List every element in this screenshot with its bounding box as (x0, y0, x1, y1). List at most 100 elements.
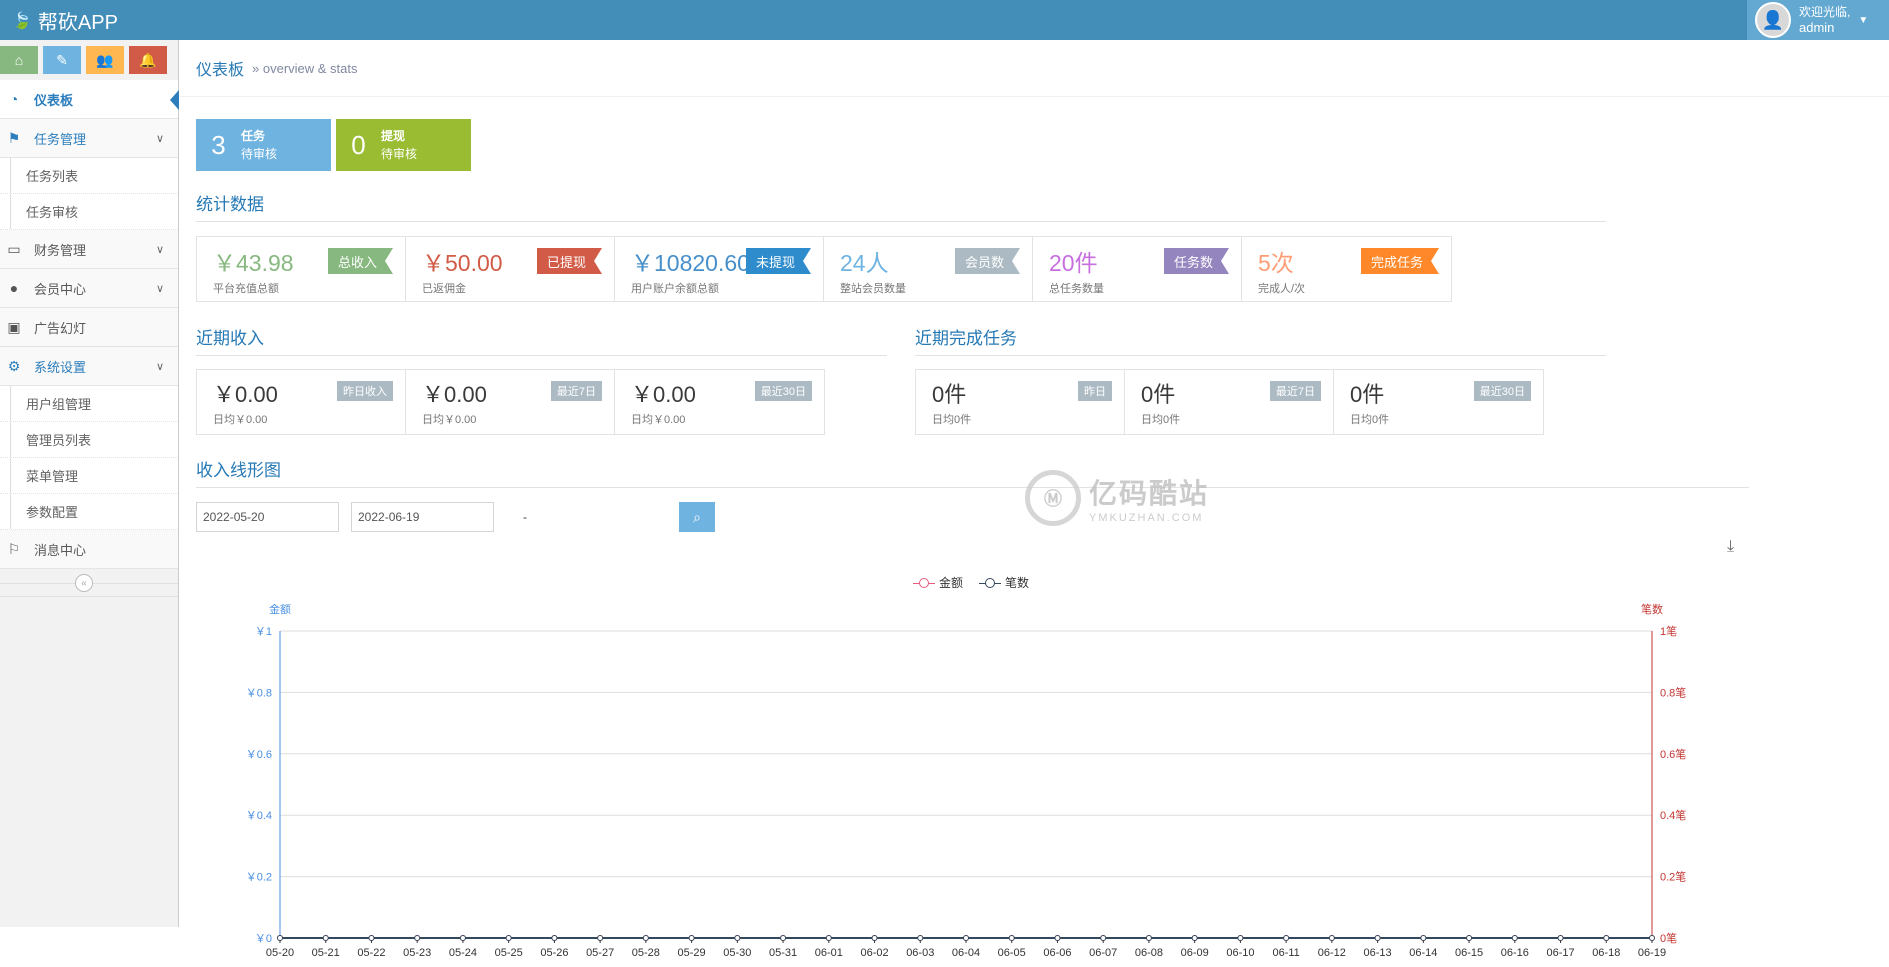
stat-tag: 完成任务 (1360, 248, 1440, 274)
y-tick-label-right: 0笔 (1660, 931, 1677, 945)
income-section-title: 近期收入 (196, 324, 887, 356)
sidebar-item-members[interactable]: ● 会员中心 ∨ (0, 269, 178, 308)
y-tick-label-left: ￥0.6 (246, 749, 272, 761)
x-tick-label: 05-20 (266, 947, 294, 959)
picture-icon: ▣ (7, 318, 21, 335)
sidebar-item-label: 会员中心 (34, 281, 87, 297)
sidebar-item-label: 管理员列表 (26, 433, 92, 448)
stat-tag: 总收入 (327, 248, 394, 274)
pending-title: 任务 (241, 129, 266, 143)
user-menu[interactable]: 👤 欢迎光临, admin ▼ (1747, 0, 1889, 40)
home-icon[interactable]: ⌂ (0, 46, 38, 74)
x-tick-label: 06-05 (998, 947, 1026, 959)
stats-section-title: 统计数据 (196, 190, 1606, 222)
pending-title: 提现 (381, 129, 406, 143)
data-point (597, 935, 604, 941)
stat-tag: 昨日 (1078, 381, 1112, 401)
data-point (871, 935, 878, 941)
data-point (825, 935, 832, 941)
leaf-icon: 🍃 (12, 12, 32, 30)
watermark-logo: Ⓜ (1025, 470, 1081, 526)
x-tick-label: 06-01 (815, 947, 843, 959)
data-point (1603, 935, 1610, 941)
sidebar-item-messages[interactable]: ⚐ 消息中心 (0, 530, 178, 569)
data-point (1328, 935, 1335, 941)
stat-tag: 会员数 (954, 248, 1021, 274)
sidebar-item-finance[interactable]: ▭ 财务管理 ∨ (0, 230, 178, 269)
stat-label: 已返佣金 (422, 283, 466, 295)
bookmark-icon: ⚐ (7, 540, 21, 557)
stat-card: 20件 总任务数量 任务数 (1033, 237, 1242, 301)
x-tick-label: 06-12 (1318, 947, 1346, 959)
navbar: 🍃 帮砍APP 👤 欢迎光临, admin ▼ (0, 0, 1889, 40)
data-point (1466, 935, 1473, 941)
stat-label: 日均￥0.00 (422, 414, 477, 426)
pending-sub: 待审核 (241, 147, 278, 161)
page-subtitle-text: overview & stats (262, 60, 358, 76)
sidebar-item-label: 系统设置 (34, 359, 87, 375)
stat-tag: 已提现 (536, 248, 603, 274)
data-point (917, 935, 924, 941)
avatar: 👤 (1755, 2, 1791, 38)
date-from-input[interactable]: 2022-05-20 (196, 502, 339, 532)
y-tick-label-left: ￥0.4 (246, 810, 272, 822)
double-chevron-left-icon[interactable]: « (75, 574, 93, 592)
sidebar-item-task-review[interactable]: 任务审核 (0, 194, 178, 230)
date-to-input[interactable]: 2022-06-19 (351, 502, 494, 532)
sidebar-item-label: 财务管理 (34, 242, 87, 258)
data-point (1283, 935, 1290, 941)
bell-icon[interactable]: 🔔 (129, 46, 167, 74)
data-point (1008, 935, 1015, 941)
data-point (780, 935, 787, 941)
sidebar-item-label: 消息中心 (34, 542, 87, 558)
stat-label: 日均0件 (932, 414, 972, 426)
x-tick-label: 06-14 (1409, 947, 1437, 959)
breadcrumb: 仪表板 » overview & stats (180, 40, 1889, 97)
stat-tag: 最近7日 (1269, 381, 1321, 401)
stat-label: 日均0件 (1350, 414, 1390, 426)
stat-label: 完成人/次 (1258, 283, 1306, 295)
brand[interactable]: 🍃 帮砍APP (12, 6, 118, 35)
pending-tasks-box[interactable]: 3 任务 待审核 (196, 119, 331, 171)
pending-label: 任务 待审核 (241, 127, 277, 163)
x-tick-label: 06-17 (1546, 947, 1574, 959)
x-tick-label: 05-29 (678, 947, 706, 959)
sidebar-item-task-management[interactable]: ⚑ 任务管理 ∨ (0, 119, 178, 158)
search-button[interactable]: ⌕ (679, 502, 715, 532)
sidebar-item-menus[interactable]: 菜单管理 (0, 458, 178, 494)
stat-card: ￥0.00 日均￥0.00 昨日收入 (197, 370, 406, 434)
users-icon[interactable]: 👥 (86, 46, 124, 74)
sidebar-item-ads[interactable]: ▣ 广告幻灯 (0, 308, 178, 347)
sidebar-item-admins[interactable]: 管理员列表 (0, 422, 178, 458)
user-icon: ● (9, 280, 19, 296)
download-icon[interactable]: ⤓ (1727, 538, 1734, 556)
date-separator: - (523, 510, 527, 524)
y-axis-left-title: 金额 (269, 602, 291, 616)
y-tick-label-right: 1笔 (1660, 624, 1677, 638)
y-axis-right-title: 笔数 (1641, 602, 1663, 616)
stat-label: 日均0件 (1141, 414, 1181, 426)
stat-label: 用户账户余额总额 (631, 283, 719, 295)
hdd-icon: ▭ (7, 240, 21, 257)
user-name: admin (1799, 20, 1835, 35)
sidebar-item-settings[interactable]: ⚙ 系统设置 ∨ (0, 347, 178, 386)
x-tick-label: 05-26 (540, 947, 568, 959)
sidebar-item-params[interactable]: 参数配置 (0, 494, 178, 530)
stat-tag: 未提现 (745, 248, 812, 274)
stat-card: ￥10820.60 用户账户余额总额 未提现 (615, 237, 824, 301)
watermark-sub: YMKUZHAN.COM (1089, 512, 1204, 524)
pencil-icon[interactable]: ✎ (43, 46, 81, 74)
sidebar-item-user-groups[interactable]: 用户组管理 (0, 386, 178, 422)
stat-card: 24人 整站会员数量 会员数 (824, 237, 1033, 301)
pending-withdrawals-box[interactable]: 0 提现 待审核 (336, 119, 471, 171)
watermark: Ⓜ 亿码酷站 YMKUZHAN.COM (1025, 470, 1209, 526)
sidebar-item-task-list[interactable]: 任务列表 (0, 158, 178, 194)
x-tick-label: 05-25 (495, 947, 523, 959)
shortcut-buttons: ⌂ ✎ 👥 🔔 (0, 40, 178, 80)
date-to-value: 2022-06-19 (358, 510, 420, 524)
x-tick-label: 05-28 (632, 947, 660, 959)
sidebar-item-dashboard[interactable]: ◔ 仪表板 (0, 80, 179, 119)
x-tick-label: 06-11 (1272, 947, 1299, 959)
x-tick-label: 05-27 (586, 947, 614, 959)
data-point (1237, 935, 1244, 941)
